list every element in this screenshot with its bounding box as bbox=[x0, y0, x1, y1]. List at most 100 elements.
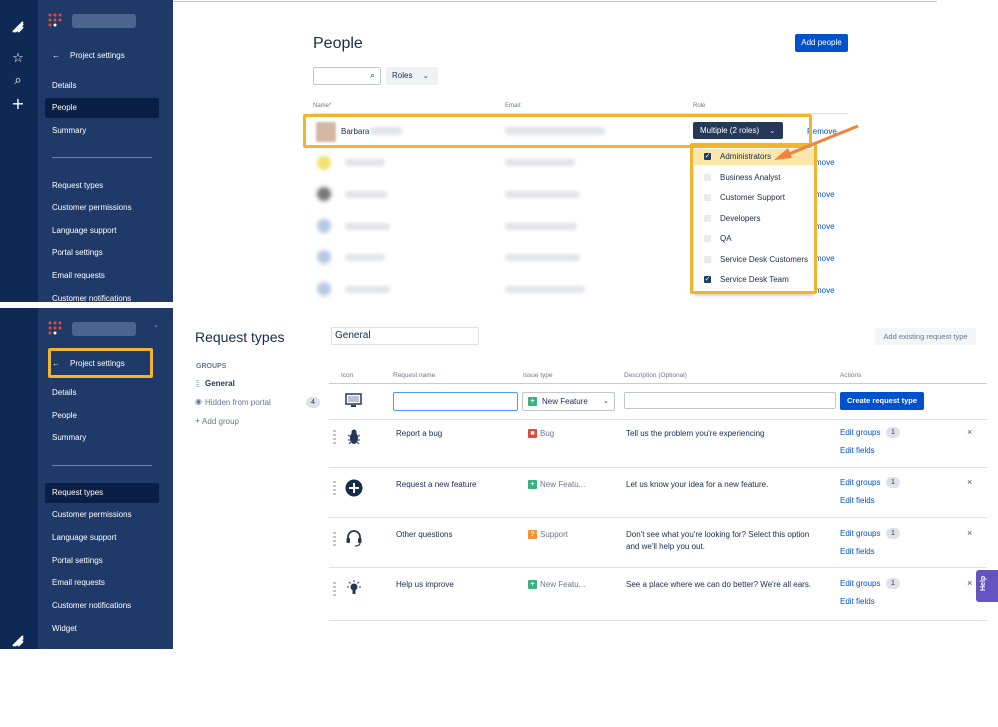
issue-type-select[interactable]: + New Feature ⌄ bbox=[522, 392, 615, 411]
request-description: Let us know your idea for a new feature. bbox=[626, 480, 769, 489]
sidebar-item-request-types[interactable]: Request types bbox=[45, 176, 159, 196]
monitor-icon[interactable] bbox=[345, 393, 362, 411]
avatar bbox=[317, 250, 331, 264]
search-icon[interactable]: ⌕ bbox=[11, 689, 25, 703]
add-existing-request-type-button[interactable]: Add existing request type bbox=[875, 328, 976, 345]
close-icon[interactable]: × bbox=[967, 528, 972, 538]
search-icon[interactable]: ⌕ bbox=[11, 74, 25, 88]
edit-groups-link[interactable]: Edit groups bbox=[840, 478, 880, 487]
close-icon[interactable]: × bbox=[967, 578, 972, 588]
create-icon[interactable]: + bbox=[11, 96, 25, 112]
sidebar-item-details[interactable]: Details bbox=[45, 76, 159, 96]
group-name-input[interactable]: General bbox=[331, 327, 479, 345]
project-avatar-icon bbox=[48, 321, 62, 335]
annotation-arrow-icon bbox=[774, 124, 859, 160]
sidebar-item-customer-notifications[interactable]: Customer notifications bbox=[45, 596, 159, 616]
remove-link[interactable]: move bbox=[815, 190, 835, 199]
add-group-label: Add group bbox=[202, 417, 239, 426]
close-icon[interactable]: × bbox=[967, 427, 972, 437]
drag-handle-icon[interactable] bbox=[333, 582, 336, 596]
drag-handle-icon[interactable] bbox=[333, 430, 336, 444]
new-feature-icon: + bbox=[528, 397, 537, 406]
bug-type-icon: ■ bbox=[528, 429, 537, 438]
issue-type: New Featu... bbox=[540, 480, 586, 489]
roles-filter-button[interactable]: Roles ⌄ bbox=[386, 67, 438, 85]
group-label: General bbox=[205, 379, 235, 388]
highlight-project-settings bbox=[48, 348, 153, 378]
edit-groups-link[interactable]: Edit groups bbox=[840, 529, 880, 538]
help-button[interactable]: Help bbox=[976, 570, 998, 602]
plus-icon: + bbox=[195, 416, 201, 426]
search-input[interactable]: ⌕ bbox=[313, 67, 381, 85]
drag-handle-icon[interactable] bbox=[333, 532, 336, 546]
search-icon: ⌕ bbox=[369, 71, 375, 81]
request-name[interactable]: Other questions bbox=[396, 530, 452, 539]
back-to-project-settings[interactable]: ← Project settings bbox=[45, 46, 125, 66]
create-request-type-button[interactable]: Create request type bbox=[840, 392, 924, 410]
sidebar-item-details[interactable]: Details bbox=[45, 383, 159, 403]
page-title: People bbox=[313, 35, 363, 52]
request-name[interactable]: Help us improve bbox=[396, 580, 454, 589]
chevron-down-icon: ⌄ bbox=[422, 73, 429, 80]
project-name bbox=[72, 322, 136, 336]
sidebar-item-email-requests[interactable]: Email requests bbox=[45, 573, 159, 593]
star-icon[interactable]: ☆ bbox=[11, 52, 25, 66]
create-icon[interactable]: + bbox=[11, 710, 25, 726]
edit-groups-link[interactable]: Edit groups bbox=[840, 428, 880, 437]
arrow-left-icon: ← bbox=[52, 51, 60, 60]
sidebar-item-portal-settings[interactable]: Portal settings bbox=[45, 551, 159, 571]
remove-link[interactable]: move bbox=[815, 222, 835, 231]
highlight-roles-dropdown bbox=[690, 143, 817, 294]
groups-count-badge: 1 bbox=[886, 578, 900, 589]
remove-link[interactable]: move bbox=[815, 286, 835, 295]
sidebar-item-portal-settings[interactable]: Portal settings bbox=[45, 243, 159, 263]
sidebar-item-people[interactable]: People bbox=[45, 406, 159, 426]
remove-link[interactable]: move bbox=[815, 254, 835, 263]
support-type-icon: ? bbox=[528, 530, 537, 539]
request-description: Don't see what you're looking for? Selec… bbox=[626, 530, 810, 551]
sidebar-item-summary[interactable]: Summary bbox=[45, 121, 159, 141]
add-people-button[interactable]: Add people bbox=[795, 34, 848, 52]
sidebar-item-request-types[interactable]: Request types bbox=[45, 483, 159, 503]
column-email[interactable]: Email: bbox=[505, 103, 522, 109]
help-label: Help bbox=[980, 575, 987, 591]
issue-type: Bug bbox=[540, 429, 555, 438]
sidebar-item-language-support[interactable]: Language support bbox=[45, 528, 159, 548]
project-name bbox=[72, 14, 136, 28]
more-icon[interactable]: ˇ bbox=[155, 326, 157, 333]
drag-handle-icon[interactable] bbox=[333, 481, 336, 495]
sidebar-item-customer-notifications[interactable]: Customer notifications bbox=[45, 289, 159, 302]
edit-fields-link[interactable]: Edit fields bbox=[840, 547, 875, 556]
description-input[interactable] bbox=[624, 392, 836, 409]
jira-logo-icon[interactable] bbox=[11, 634, 25, 648]
edit-fields-link[interactable]: Edit fields bbox=[840, 446, 875, 455]
row-divider bbox=[329, 517, 987, 518]
sidebar-item-customer-permissions[interactable]: Customer permissions bbox=[45, 505, 159, 525]
sidebar-divider bbox=[52, 157, 152, 158]
close-icon[interactable]: × bbox=[967, 477, 972, 487]
jira-logo-icon[interactable] bbox=[11, 20, 25, 34]
sidebar-item-people[interactable]: People bbox=[45, 98, 159, 118]
request-name[interactable]: Report a bug bbox=[396, 429, 442, 438]
avatar bbox=[317, 156, 331, 170]
edit-fields-link[interactable]: Edit fields bbox=[840, 496, 875, 505]
avatar bbox=[317, 219, 331, 233]
request-name[interactable]: Request a new feature bbox=[396, 480, 477, 489]
issue-type-value: New Feature bbox=[542, 397, 588, 406]
request-description: Tell us the problem you're experiencing bbox=[626, 429, 765, 438]
add-group-link[interactable]: + Add group bbox=[195, 416, 239, 426]
row-divider bbox=[329, 419, 987, 420]
request-name-input[interactable] bbox=[393, 392, 518, 411]
sidebar-item-customer-permissions[interactable]: Customer permissions bbox=[45, 198, 159, 218]
drag-handle-icon[interactable] bbox=[196, 380, 199, 387]
headset-icon bbox=[346, 530, 362, 547]
edit-groups-link[interactable]: Edit groups bbox=[840, 579, 880, 588]
sidebar-item-language-support[interactable]: Language support bbox=[45, 221, 159, 241]
bug-icon bbox=[347, 429, 361, 445]
sidebar-item-summary[interactable]: Summary bbox=[45, 428, 159, 448]
sidebar-item-widget[interactable]: Widget bbox=[45, 619, 159, 639]
edit-fields-link[interactable]: Edit fields bbox=[840, 597, 875, 606]
star-icon[interactable]: ☆ bbox=[11, 666, 25, 680]
sidebar-item-email-requests[interactable]: Email requests bbox=[45, 266, 159, 286]
column-name[interactable]: Name* bbox=[313, 103, 331, 109]
